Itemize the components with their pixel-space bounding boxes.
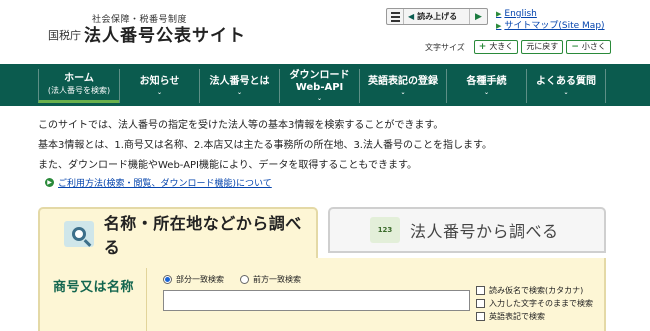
nav-download[interactable]: ダウンロード Web-API ⌄ (279, 69, 359, 103)
nav-home-label: ホーム (64, 72, 94, 84)
nav-procedures-label: 各種手続 (466, 76, 507, 87)
trade-name-label: 商号又は名称 (53, 280, 135, 295)
tab-search-by-number-label: 法人番号から調べる (410, 222, 559, 241)
nav-about[interactable]: 法人番号とは ⌄ (199, 69, 279, 103)
plus-icon: + (478, 42, 487, 52)
nav-faq[interactable]: よくある質問 ⌄ (526, 69, 606, 103)
english-search-label[interactable]: 英語表記で検索 (489, 310, 545, 323)
font-reset-label: 元に戻す (526, 42, 559, 51)
exact-text-checkbox[interactable] (476, 299, 485, 308)
nav-procedures[interactable]: 各種手続 ⌄ (446, 69, 526, 103)
english-search-option[interactable]: 英語表記で検索 (476, 310, 593, 323)
number-search-icon: 123 (370, 217, 400, 243)
search-option-checkboxes: 読み仮名で検索(カタカナ) 入力した文字そのままで検索 英語表記で検索 (476, 284, 593, 323)
sitemap-link-label: サイトマップ(Site Map) (504, 21, 605, 31)
usage-guide-link[interactable]: ▶ ご利用方法(検索・閲覧、ダウンロード機能)について (45, 176, 272, 189)
nav-download-label: ダウンロード (289, 70, 350, 81)
kana-search-option[interactable]: 読み仮名で検索(カタカナ) (476, 284, 593, 297)
agency-name: 国税庁 (48, 29, 81, 42)
number-icon-text: 123 (377, 226, 393, 234)
speaker-icon: ◀ (408, 12, 415, 21)
font-larger-label: 大きく (489, 42, 514, 51)
kana-search-label[interactable]: 読み仮名で検索(カタカナ) (489, 284, 583, 297)
nav-about-label: 法人番号とは (209, 76, 270, 87)
magnifier-icon (64, 221, 94, 247)
play-icon[interactable]: ▶ (470, 9, 487, 24)
exact-text-label[interactable]: 入力した文字そのままで検索 (489, 297, 593, 310)
intro-line-3: また、ダウンロード機能やWeb-API機能により、データを取得することもできます… (38, 160, 418, 171)
nav-news-label: お知らせ (139, 76, 180, 87)
read-aloud-label: 読み上げる (417, 12, 458, 21)
match-type-radios: 部分一致検索 前方一致検索 (163, 274, 301, 285)
chevron-down-icon: ⌄ (316, 95, 323, 102)
nav-download-sublabel: Web-API (295, 82, 344, 93)
tab-search-by-name[interactable]: 名称・所在地などから調べる (38, 207, 318, 259)
site-name-logo[interactable]: 法人番号公表サイト (84, 21, 246, 46)
nav-english-label: 英語表記の登録 (368, 76, 438, 87)
english-link-label: English (504, 9, 537, 19)
read-aloud-button[interactable]: ◀ 読み上げる (404, 9, 470, 24)
usage-guide-link-label[interactable]: ご利用方法(検索・閲覧、ダウンロード機能)について (58, 176, 272, 189)
kana-search-checkbox[interactable] (476, 286, 485, 295)
chevron-down-icon: ⌄ (563, 89, 569, 96)
trade-name-input[interactable] (163, 290, 470, 311)
font-size-controls: 文字サイズ + 大きく 元に戻す − 小さく (425, 40, 611, 54)
chevron-down-icon: ⌄ (483, 89, 490, 96)
menu-icon[interactable] (387, 9, 404, 24)
chevron-down-icon: ⌄ (236, 89, 243, 96)
english-search-checkbox[interactable] (476, 312, 485, 321)
partial-match-radio[interactable] (163, 275, 172, 284)
nav-english[interactable]: 英語表記の登録 ⌄ (359, 69, 446, 103)
minus-icon: − (571, 42, 579, 52)
global-nav: ホーム (法人番号を検索) お知らせ ⌄ 法人番号とは ⌄ ダウンロード Web… (0, 64, 650, 106)
chevron-down-icon: ⌄ (400, 89, 406, 96)
intro-line-1: このサイトでは、法人番号の指定を受けた法人等の基本3情報を検索することができます… (38, 120, 444, 131)
nav-home-sublabel: (法人番号を検索) (47, 85, 111, 95)
nav-home[interactable]: ホーム (法人番号を検索) (38, 69, 119, 103)
font-reset-button[interactable]: 元に戻す (521, 40, 564, 54)
tab-search-by-name-label: 名称・所在地などから調べる (103, 214, 302, 257)
font-larger-button[interactable]: + 大きく (473, 40, 519, 54)
nav-news[interactable]: お知らせ ⌄ (119, 69, 199, 103)
sitemap-link[interactable]: ▶ サイトマップ(Site Map) (496, 20, 605, 32)
read-aloud-bar: ◀ 読み上げる ▶ (386, 8, 488, 25)
prefix-match-label[interactable]: 前方一致検索 (253, 274, 301, 285)
intro-line-2: 基本3情報とは、1.商号又は名称、2.本店又は主たる事務所の所在地、3.法人番号… (38, 140, 492, 151)
site-header: 社会保障・税番号制度 国税庁 法人番号公表サイト ◀ 読み上げる ▶ ▶ Engl… (0, 0, 650, 64)
font-size-label: 文字サイズ (425, 42, 465, 52)
field-divider (146, 268, 147, 331)
exact-text-option[interactable]: 入力した文字そのままで検索 (476, 297, 593, 310)
prefix-match-radio[interactable] (240, 275, 249, 284)
font-smaller-button[interactable]: − 小さく (566, 40, 611, 54)
arrow-circle-icon: ▶ (45, 178, 54, 187)
tab-search-by-number[interactable]: 123 法人番号から調べる (328, 207, 606, 253)
nav-faq-label: よくある質問 (536, 76, 596, 87)
header-links: ▶ English ▶ サイトマップ(Site Map) (496, 8, 605, 32)
font-smaller-label: 小さく (581, 42, 606, 51)
chevron-down-icon: ⌄ (156, 89, 163, 96)
english-link[interactable]: ▶ English (496, 8, 605, 20)
partial-match-label[interactable]: 部分一致検索 (176, 274, 224, 285)
